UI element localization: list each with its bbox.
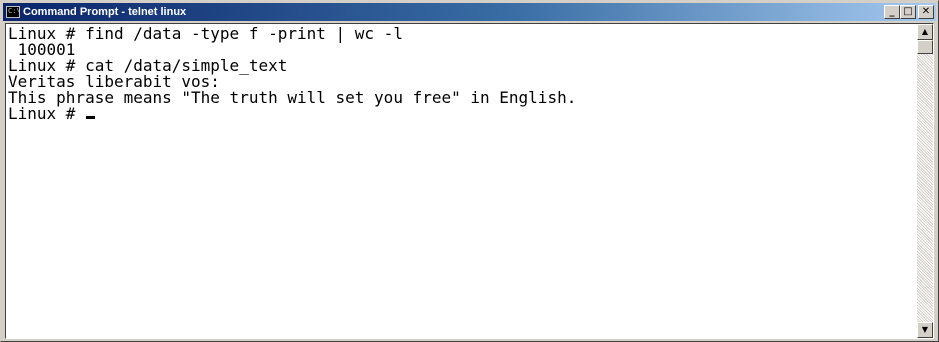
console-output[interactable]: Linux # find /data -type f -print | wc -…	[8, 26, 916, 336]
window-controls: _ □ ✕	[884, 5, 934, 19]
scroll-thumb[interactable]	[917, 40, 933, 54]
console-line: Linux # find /data -type f -print | wc -…	[8, 26, 403, 43]
arrow-down-icon: ▼	[921, 325, 929, 334]
vertical-scrollbar[interactable]: ▲ ▼	[917, 24, 933, 338]
console-client-area[interactable]: Linux # find /data -type f -print | wc -…	[5, 23, 934, 339]
console-icon[interactable]: C:\	[6, 6, 20, 18]
prompt-text: Linux #	[8, 104, 86, 123]
console-window: C:\ Command Prompt - telnet linux _ □ ✕ …	[0, 0, 939, 342]
scroll-down-button[interactable]: ▼	[917, 322, 933, 338]
console-line: This phrase means "The truth will set yo…	[8, 88, 577, 107]
minimize-button[interactable]: _	[884, 5, 900, 19]
close-button[interactable]: ✕	[918, 5, 934, 19]
text-cursor	[86, 116, 96, 119]
scroll-up-button[interactable]: ▲	[917, 24, 933, 40]
arrow-up-icon: ▲	[921, 27, 929, 36]
title-bar[interactable]: C:\ Command Prompt - telnet linux _ □ ✕	[3, 3, 936, 21]
maximize-button[interactable]: □	[900, 5, 916, 19]
window-title: Command Prompt - telnet linux	[23, 6, 187, 18]
prompt-line[interactable]: Linux #	[8, 106, 916, 122]
